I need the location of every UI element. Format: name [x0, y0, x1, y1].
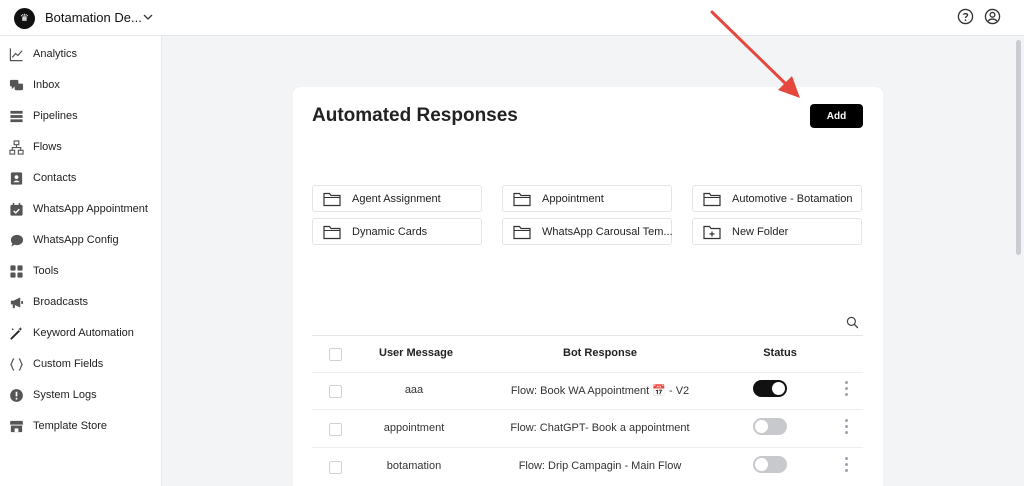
folder-whatsapp-carousal-templates[interactable]: WhatsApp Carousal Tem... — [502, 218, 673, 245]
folder-label: New Folder — [732, 226, 789, 238]
grid-icon — [10, 265, 23, 278]
status-toggle[interactable] — [753, 380, 787, 397]
sidebar-item-analytics[interactable]: Analytics — [0, 41, 161, 69]
sidebar-item-flows[interactable]: Flows — [0, 134, 161, 162]
toggle-knob — [772, 382, 785, 395]
calendar-check-icon — [10, 202, 23, 216]
sidebar-item-label: Broadcasts — [33, 296, 89, 308]
sidebar-item-label: Flows — [33, 141, 62, 153]
folder-appointment[interactable]: Appointment — [502, 185, 672, 212]
folder-icon — [703, 192, 721, 207]
folder-icon — [513, 192, 531, 207]
sidebar-item-template-store[interactable]: Template Store — [0, 413, 161, 441]
braces-icon — [10, 358, 23, 371]
row-checkbox[interactable] — [329, 385, 342, 398]
sidebar-item-system-logs[interactable]: System Logs — [0, 382, 161, 410]
sidebar-item-label: Tools — [33, 265, 59, 277]
row-more-options-icon[interactable] — [843, 457, 849, 473]
column-header-status: Status — [763, 347, 797, 359]
automated-responses-card: Automated Responses Add Agent Assignment… — [293, 87, 883, 486]
folder-icon — [323, 225, 341, 240]
store-icon — [9, 420, 24, 433]
top-bar: ♛ Botamation De... — [0, 0, 1024, 36]
megaphone-icon — [10, 297, 24, 309]
add-button[interactable]: Add — [810, 104, 863, 128]
contact-card-icon — [10, 172, 23, 185]
row-more-options-icon[interactable] — [843, 381, 849, 397]
row-user-message: appointment — [383, 422, 445, 434]
sidebar: Analytics Inbox Pipelines Flows Contacts… — [0, 36, 162, 486]
row-checkbox[interactable] — [329, 461, 342, 474]
sidebar-item-keyword-automation[interactable]: Keyword Automation — [0, 320, 161, 348]
row-bot-response: Flow: ChatGPT- Book a appointment — [510, 422, 690, 434]
folder-label: WhatsApp Carousal Tem... — [542, 226, 673, 238]
row-bot-response: Flow: Book WA Appointment 📅 - V2 — [510, 385, 690, 397]
user-account-icon[interactable] — [984, 8, 1001, 25]
chat-icon — [10, 234, 24, 247]
sidebar-item-label: Keyword Automation — [33, 327, 134, 339]
folder-plus-icon — [703, 225, 721, 240]
sidebar-item-label: Pipelines — [33, 110, 78, 122]
row-divider — [312, 372, 863, 373]
sidebar-item-label: Contacts — [33, 172, 77, 184]
folder-agent-assignment[interactable]: Agent Assignment — [312, 185, 482, 212]
sidebar-item-label: WhatsApp Config — [33, 234, 119, 246]
sidebar-item-label: WhatsApp Appointment — [33, 203, 148, 215]
folder-label: Appointment — [542, 193, 604, 205]
table-divider — [312, 335, 863, 336]
folder-icon — [323, 192, 341, 207]
magic-wand-icon — [10, 326, 23, 340]
column-header-user-message: User Message — [379, 347, 453, 359]
folder-label: Automotive - Botamation — [732, 193, 853, 205]
sidebar-item-label: Custom Fields — [33, 358, 104, 370]
sidebar-item-whatsapp-appointment[interactable]: WhatsApp Appointment — [0, 196, 161, 224]
row-user-message: aaa — [404, 384, 424, 396]
page-scrollbar-thumb[interactable] — [1016, 40, 1021, 255]
folder-label: Dynamic Cards — [352, 226, 428, 238]
status-toggle[interactable] — [753, 418, 787, 435]
sidebar-item-custom-fields[interactable]: Custom Fields — [0, 351, 161, 379]
sidebar-item-broadcasts[interactable]: Broadcasts — [0, 289, 161, 317]
sidebar-item-label: Template Store — [33, 420, 107, 432]
sidebar-item-label: Inbox — [33, 79, 60, 91]
select-all-checkbox[interactable] — [329, 348, 342, 361]
row-divider — [312, 409, 863, 410]
sidebar-item-pipelines[interactable]: Pipelines — [0, 103, 161, 131]
sidebar-item-contacts[interactable]: Contacts — [0, 165, 161, 193]
sidebar-item-inbox[interactable]: Inbox — [0, 72, 161, 100]
workspace-name[interactable]: Botamation De... — [45, 10, 142, 25]
row-checkbox[interactable] — [329, 423, 342, 436]
status-toggle[interactable] — [753, 456, 787, 473]
folder-icon — [513, 225, 531, 240]
row-more-options-icon[interactable] — [843, 419, 849, 435]
search-icon[interactable] — [846, 316, 859, 329]
pipelines-icon — [10, 110, 23, 123]
column-header-bot-response: Bot Response — [563, 347, 637, 359]
chevron-down-icon[interactable] — [142, 11, 154, 23]
new-folder-button[interactable]: New Folder — [692, 218, 862, 245]
sidebar-item-tools[interactable]: Tools — [0, 258, 161, 286]
row-user-message: botamation — [386, 460, 442, 472]
chat-bubbles-icon — [9, 79, 24, 91]
sidebar-item-whatsapp-config[interactable]: WhatsApp Config — [0, 227, 161, 255]
sidebar-item-label: System Logs — [33, 389, 97, 401]
alert-circle-icon — [10, 389, 23, 402]
toggle-knob — [755, 458, 768, 471]
row-bot-response: Flow: Drip Campagin - Main Flow — [518, 460, 682, 472]
row-divider — [312, 447, 863, 448]
flow-tree-icon — [9, 140, 24, 155]
annotation-arrow-icon — [710, 10, 800, 98]
folder-dynamic-cards[interactable]: Dynamic Cards — [312, 218, 482, 245]
workspace-logo[interactable]: ♛ — [14, 8, 35, 29]
page-title: Automated Responses — [312, 105, 518, 126]
chart-line-icon — [9, 48, 23, 62]
toggle-knob — [755, 420, 768, 433]
folder-label: Agent Assignment — [352, 193, 441, 205]
help-icon[interactable] — [957, 8, 974, 25]
folder-automotive-botamation[interactable]: Automotive - Botamation — [692, 185, 862, 212]
sidebar-item-label: Analytics — [33, 48, 78, 60]
